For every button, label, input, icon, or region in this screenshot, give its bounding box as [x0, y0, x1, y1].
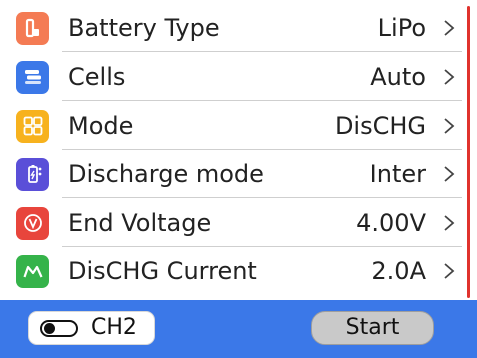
- menu-item-value: 4.00V: [356, 209, 426, 237]
- menu-item-cells[interactable]: Cells Auto: [0, 53, 462, 101]
- menu-item-value: 2.0A: [371, 257, 426, 285]
- settings-menu: Battery Type LiPo Cells Auto Mode DisCHG: [0, 0, 462, 300]
- scrollbar[interactable]: [467, 6, 470, 298]
- chevron-right-icon: [444, 69, 455, 85]
- start-button[interactable]: Start: [311, 311, 434, 345]
- chevron-right-icon: [444, 166, 455, 182]
- menu-item-label: Mode: [68, 112, 134, 140]
- chevron-right-icon: [444, 263, 455, 279]
- menu-item-mode[interactable]: Mode DisCHG: [0, 102, 462, 150]
- chevron-right-icon: [444, 20, 455, 36]
- menu-item-label: Discharge mode: [68, 160, 264, 188]
- menu-item-label: Battery Type: [68, 14, 220, 42]
- current-icon: [16, 254, 49, 288]
- battery-icon: [16, 11, 49, 45]
- bottom-bar: CH2 Start: [0, 300, 477, 358]
- grid-icon: [16, 109, 49, 143]
- menu-item-value: LiPo: [377, 14, 426, 42]
- channel-toggle-button[interactable]: CH2: [28, 311, 155, 345]
- menu-item-value: DisCHG: [334, 112, 426, 140]
- menu-item-value: Auto: [370, 63, 426, 91]
- charger-settings-screen: Battery Type LiPo Cells Auto Mode DisCHG: [0, 0, 477, 358]
- layers-icon: [16, 60, 49, 94]
- battery-mode-icon: [16, 157, 49, 191]
- menu-item-label: Cells: [68, 63, 126, 91]
- menu-item-end-voltage[interactable]: End Voltage 4.00V: [0, 199, 462, 247]
- chevron-right-icon: [444, 215, 455, 231]
- chevron-right-icon: [444, 118, 455, 134]
- voltage-icon: [16, 206, 49, 240]
- menu-item-label: DisCHG Current: [68, 257, 257, 285]
- menu-item-dischg-current[interactable]: DisCHG Current 2.0A: [0, 247, 462, 295]
- toggle-icon: [40, 320, 78, 337]
- menu-item-value: Inter: [369, 160, 426, 188]
- menu-item-discharge-mode[interactable]: Discharge mode Inter: [0, 150, 462, 198]
- menu-item-battery-type[interactable]: Battery Type LiPo: [0, 4, 462, 52]
- menu-item-label: End Voltage: [68, 209, 212, 237]
- channel-label: CH2: [91, 315, 137, 340]
- toggle-knob: [44, 323, 55, 334]
